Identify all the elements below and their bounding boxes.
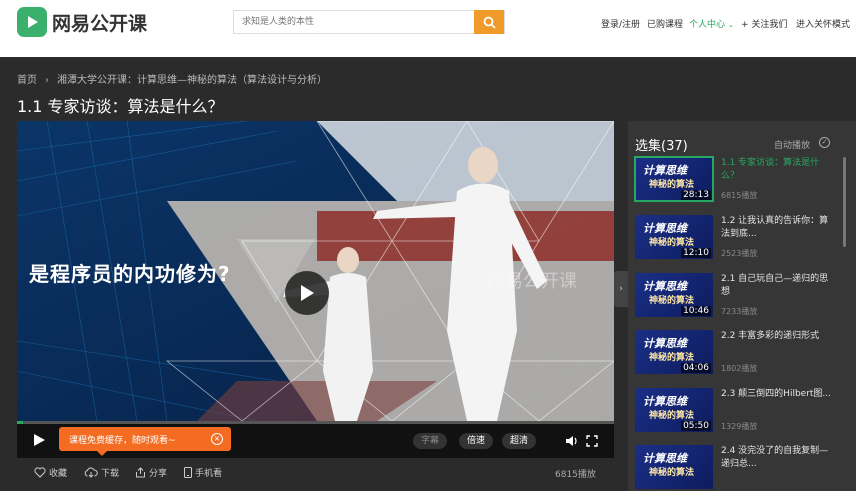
- video-overlay-text: 是程序员的内功修为?: [29, 262, 231, 286]
- episode-thumbnail: 计算思维 神秘的算法 12:10: [635, 215, 713, 259]
- plus-icon: +: [741, 20, 752, 30]
- episode-title: 1.1 专家访谈：算法是什么？: [721, 158, 820, 181]
- breadcrumb: 首页 › 湘潭大学公开课：计算思维—神秘的算法（算法设计与分析）: [17, 71, 327, 86]
- list-item[interactable]: 计算思维 神秘的算法 12:10 1.2 让我认真的告诉你：算法到底... 2523…: [635, 215, 835, 271]
- episode-plays: 1329播放: [721, 422, 758, 431]
- play-icon: [301, 285, 314, 301]
- breadcrumb-home[interactable]: 首页: [17, 75, 37, 86]
- favorite-button[interactable]: 收藏: [34, 466, 67, 479]
- heart-icon: [34, 467, 46, 478]
- close-icon[interactable]: ×: [211, 433, 223, 445]
- episode-duration: 10:46: [681, 306, 711, 316]
- fullscreen-icon: [586, 435, 598, 447]
- list-item[interactable]: 计算思维 神秘的算法 2.4 没完没了的自我复制—递归总...: [635, 445, 835, 491]
- episode-title: 2.4 没完没了的自我复制—递归总...: [721, 446, 829, 469]
- personal-center-label: 个人中心: [689, 20, 726, 30]
- purchased-link[interactable]: 已购课程: [647, 17, 683, 30]
- mobile-label: 手机看: [195, 469, 223, 479]
- episode-duration: 05:50: [681, 421, 711, 431]
- episode-plays: 1802播放: [721, 364, 758, 373]
- follow-link[interactable]: + 关注我们: [741, 17, 787, 30]
- play-count: 6815播放: [555, 470, 596, 480]
- autoplay-label[interactable]: 自动播放: [774, 138, 810, 151]
- episode-thumbnail: 计算思维 神秘的算法: [635, 445, 713, 489]
- share-label: 分享: [149, 469, 168, 479]
- logo-icon[interactable]: [17, 7, 47, 37]
- care-mode-link[interactable]: 进入关怀模式: [796, 17, 850, 30]
- volume-icon: [566, 436, 577, 446]
- chevron-down-icon: ⌄: [728, 21, 734, 29]
- chevron-right-icon: ›: [45, 75, 49, 86]
- episode-thumbnail: 计算思维 神秘的算法 04:06: [635, 330, 713, 374]
- personal-center-menu[interactable]: 个人中心 ⌄: [689, 17, 734, 30]
- episode-title: 2.3 颠三倒四的Hilbert图...: [721, 389, 832, 399]
- chevron-right-icon: ›: [619, 284, 623, 294]
- list-item[interactable]: 计算思维 神秘的算法 04:06 2.2 丰富多彩的递归形式 1802播放: [635, 330, 835, 386]
- episode-plays: 2523播放: [721, 249, 758, 258]
- breadcrumb-course[interactable]: 湘潭大学公开课：计算思维—神秘的算法（算法设计与分析）: [57, 75, 327, 86]
- playlist-title: 选集(37): [635, 139, 688, 154]
- list-item[interactable]: 计算思维 神秘的算法 28:13 1.1 专家访谈：算法是什么？ 6815播放: [634, 156, 835, 213]
- logo-text[interactable]: 网易公开课: [52, 9, 147, 36]
- follow-label: 关注我们: [751, 20, 788, 30]
- episode-title: 2.1 自己玩自己—递归的思想: [721, 274, 829, 297]
- episode-thumbnail: 计算思维 神秘的算法 28:13: [634, 156, 714, 202]
- episode-title: 2.2 丰富多彩的递归形式: [721, 331, 820, 341]
- video-watermark: 网易公开课: [487, 271, 577, 292]
- episode-thumbnail: 计算思维 神秘的算法 10:46: [635, 273, 713, 317]
- episode-thumbnail: 计算思维 神秘的算法 05:50: [635, 388, 713, 432]
- quality-button[interactable]: 超清: [502, 433, 537, 449]
- video-player[interactable]: 是程序员的内功修为? 网易公开课 课程免费缓存，随时观看~ × 字幕 倍速 超清: [17, 121, 614, 458]
- search-icon: [483, 16, 496, 29]
- page-title: 1.1 专家访谈：算法是什么？: [17, 97, 224, 116]
- search-input[interactable]: [234, 11, 477, 33]
- cloud-download-icon: [84, 467, 98, 478]
- episode-duration: 12:10: [681, 248, 711, 258]
- mobile-icon: [184, 467, 192, 478]
- toast-text: 课程免费缓存，随时观看~: [69, 435, 176, 446]
- subtitle-button[interactable]: 字幕: [413, 433, 448, 449]
- favorite-label: 收藏: [49, 469, 68, 479]
- mobile-watch-button[interactable]: 手机看: [184, 466, 222, 479]
- login-link[interactable]: 登录/注册: [601, 17, 640, 30]
- speed-button[interactable]: 倍速: [459, 433, 494, 449]
- volume-button[interactable]: [565, 435, 578, 450]
- collapse-sidebar-button[interactable]: ›: [614, 271, 628, 307]
- share-button[interactable]: 分享: [135, 466, 167, 479]
- center-play-button[interactable]: [285, 271, 329, 315]
- download-label: 下载: [101, 469, 120, 479]
- download-button[interactable]: 下载: [84, 466, 119, 479]
- share-icon: [136, 467, 145, 478]
- episode-plays: 7233播放: [721, 307, 758, 316]
- episode-duration: 28:13: [681, 190, 711, 200]
- search-box: [233, 10, 505, 34]
- episode-plays: 6815播放: [721, 191, 758, 200]
- playlist-scrollbar[interactable]: [843, 157, 846, 247]
- play-icon: [34, 434, 45, 446]
- playlist-sidebar: 选集(37) 自动播放 ✓ 计算思维 神秘的算法 28:13 1.1 专家访谈：算法…: [628, 121, 856, 491]
- episode-title: 1.2 让我认真的告诉你：算法到底...: [721, 216, 829, 239]
- play-pause-button[interactable]: [33, 433, 46, 450]
- top-bar: 网易公开课 登录/注册 已购课程 个人中心⌄ + 关注我们 进入关怀模式: [0, 0, 856, 57]
- download-promo-toast[interactable]: 课程免费缓存，随时观看~ ×: [59, 427, 231, 456]
- autoplay-check-icon[interactable]: ✓: [819, 137, 830, 148]
- episode-duration: 04:06: [681, 363, 711, 373]
- fullscreen-button[interactable]: [586, 435, 598, 450]
- list-item[interactable]: 计算思维 神秘的算法 05:50 2.3 颠三倒四的Hilbert图... 1329…: [635, 388, 835, 444]
- search-button[interactable]: [474, 10, 504, 34]
- list-item[interactable]: 计算思维 神秘的算法 10:46 2.1 自己玩自己—递归的思想 7233播放: [635, 273, 835, 329]
